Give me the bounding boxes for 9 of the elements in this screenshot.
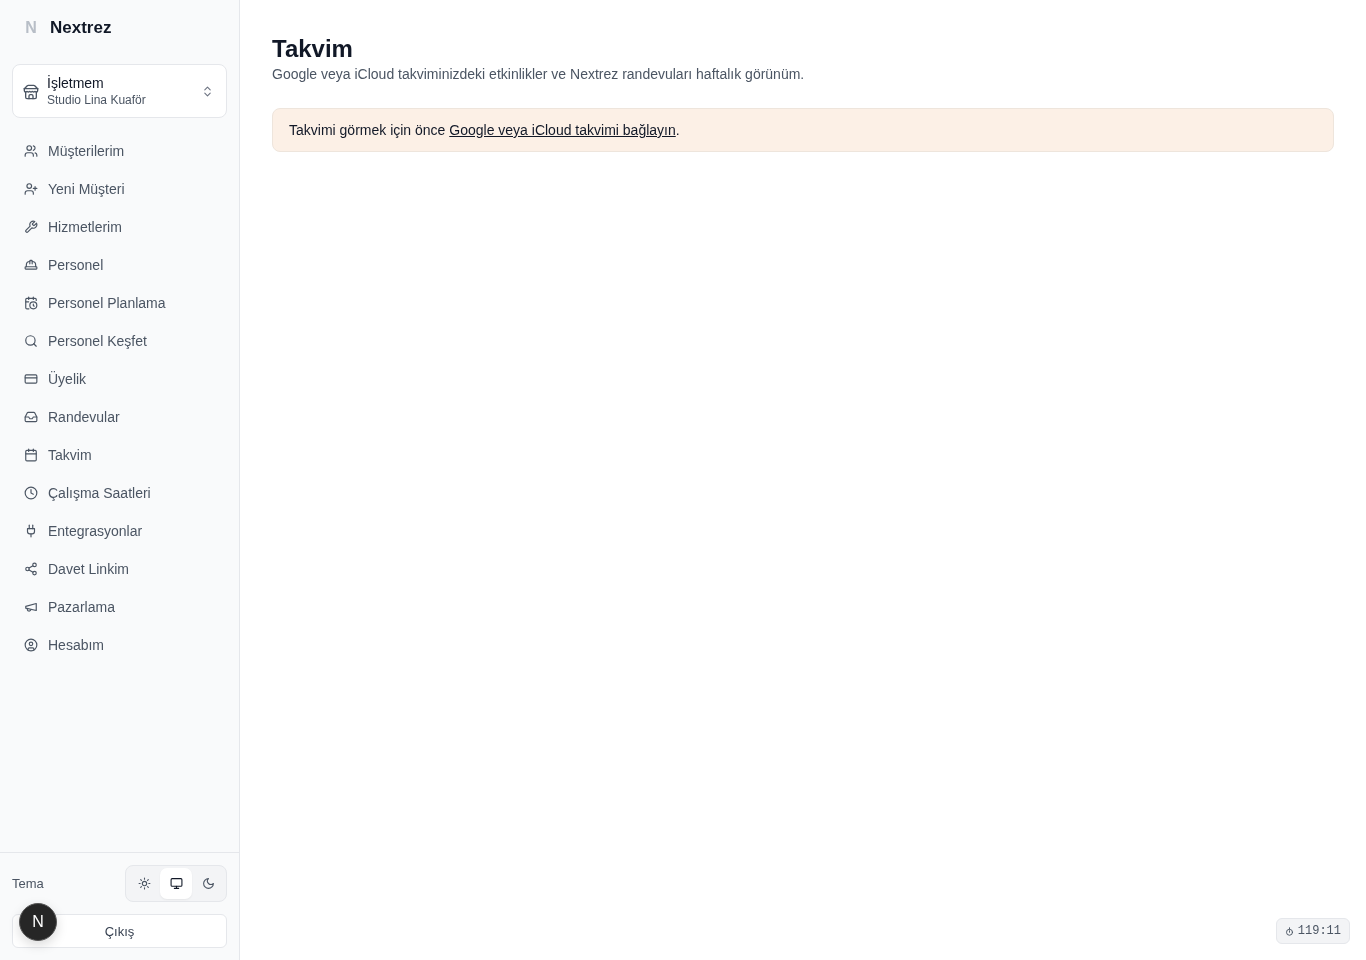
business-name: Studio Lina Kuaför (47, 93, 147, 107)
page-title: Takvim (272, 34, 354, 64)
logo-mark: N (24, 19, 38, 37)
theme-label: Tema (12, 876, 44, 891)
brand-name: Nextrez (50, 18, 112, 38)
alert-message: Takvimi görmek için önce Google veya iCloud takvimi bağlayın. (289, 121, 681, 140)
timer-text: 119:11 (1297, 924, 1341, 938)
business-label: İşletmem (47, 75, 105, 91)
page-subtitle: Google veya iCloud takviminizdeki etkinlikler ve Nextrez randevuları haftalık görünüm. (272, 65, 806, 84)
